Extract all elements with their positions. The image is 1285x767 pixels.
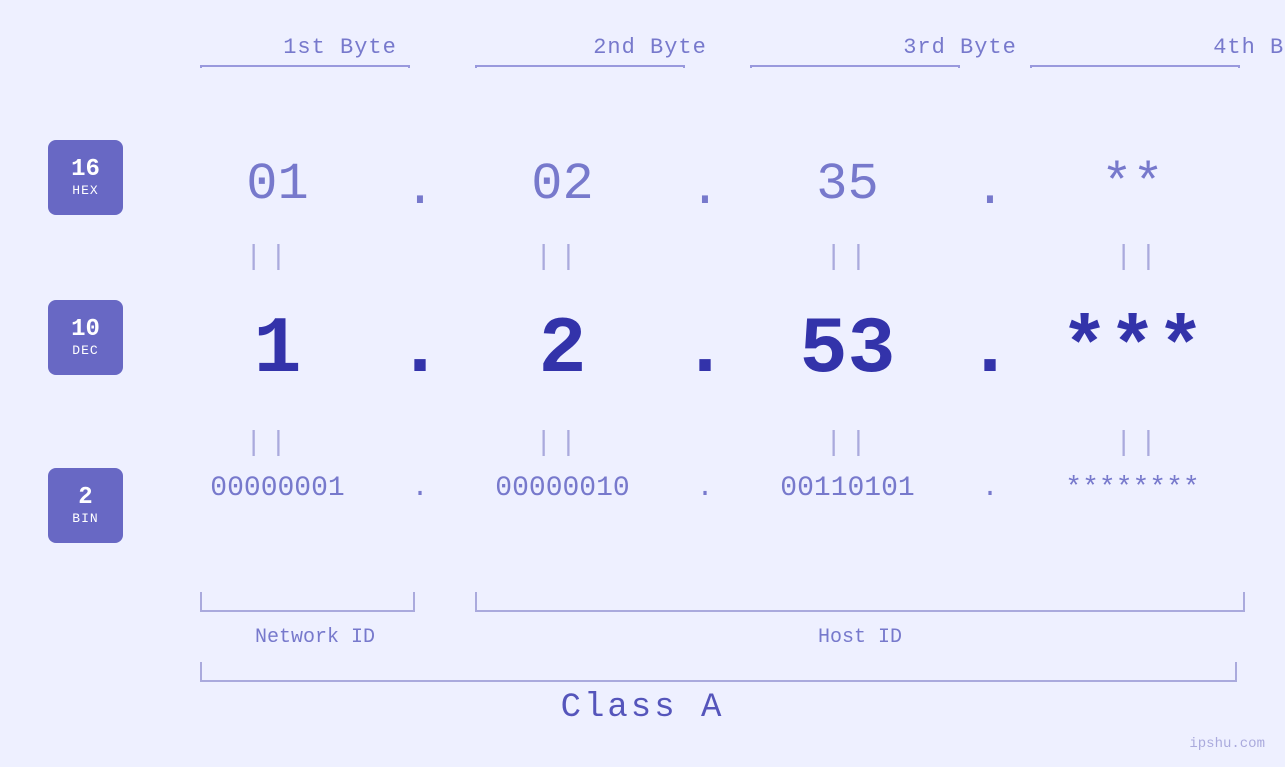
- eq6: ||: [455, 428, 665, 459]
- bin-dot3: .: [970, 473, 1010, 504]
- dec-dot1: .: [400, 305, 440, 396]
- eq7: ||: [745, 428, 955, 459]
- header-byte1: 1st Byte: [205, 35, 475, 60]
- hex-byte3: 35: [725, 155, 970, 214]
- badge-hex: 16 HEX: [48, 140, 123, 215]
- class-a-label: Class A: [561, 689, 725, 727]
- header-byte3: 3rd Byte: [825, 35, 1095, 60]
- bracket-byte2: [475, 65, 685, 68]
- hex-dot3: .: [970, 150, 1010, 219]
- dec-byte4: ***: [1010, 305, 1255, 396]
- eq4: ||: [1035, 242, 1245, 273]
- badge-dec: 10 DEC: [48, 300, 123, 375]
- eq1: ||: [165, 242, 375, 273]
- bin-byte4: ********: [1010, 473, 1255, 504]
- hex-byte1: 01: [155, 155, 400, 214]
- badge-hex-number: 16: [71, 157, 100, 183]
- hex-dot2: .: [685, 150, 725, 219]
- bin-dot2: .: [685, 473, 725, 504]
- equals-dec-bin: || || || ||: [155, 428, 1255, 459]
- header-byte2: 2nd Byte: [515, 35, 785, 60]
- bracket-class-a: [200, 662, 1237, 682]
- watermark: ipshu.com: [1189, 736, 1265, 752]
- dec-byte1: 1: [155, 305, 400, 396]
- bin-byte3: 00110101: [725, 473, 970, 504]
- bracket-network-id: [200, 592, 415, 612]
- host-id-label: Host ID: [780, 626, 940, 649]
- equals-hex-dec: || || || ||: [155, 242, 1255, 273]
- main-container: 1st Byte 2nd Byte 3rd Byte 4th Byte 16 H…: [0, 0, 1285, 767]
- badge-dec-label: DEC: [72, 343, 98, 358]
- badge-bin-label: BIN: [72, 511, 98, 526]
- hex-dot1: .: [400, 150, 440, 219]
- bracket-host-id: [475, 592, 1245, 612]
- dec-byte2: 2: [440, 305, 685, 396]
- bin-byte1: 00000001: [155, 473, 400, 504]
- hex-row: 01 . 02 . 35 . **: [155, 150, 1255, 219]
- dec-dot2: .: [685, 305, 725, 396]
- bracket-byte4: [1030, 65, 1240, 68]
- eq8: ||: [1035, 428, 1245, 459]
- network-id-label: Network ID: [235, 626, 395, 649]
- header-byte4: 4th Byte: [1135, 35, 1285, 60]
- dec-dot3: .: [970, 305, 1010, 396]
- dec-row: 1 . 2 . 53 . ***: [155, 305, 1255, 396]
- badge-hex-label: HEX: [72, 183, 98, 198]
- bracket-byte1: [200, 65, 410, 68]
- bin-dot1: .: [400, 473, 440, 504]
- eq2: ||: [455, 242, 665, 273]
- badge-bin-number: 2: [78, 485, 92, 511]
- byte-headers: 1st Byte 2nd Byte 3rd Byte 4th Byte: [185, 35, 1285, 60]
- hex-byte4: **: [1010, 155, 1255, 214]
- badge-dec-number: 10: [71, 317, 100, 343]
- bin-byte2: 00000010: [440, 473, 685, 504]
- badge-bin: 2 BIN: [48, 468, 123, 543]
- eq5: ||: [165, 428, 375, 459]
- eq3: ||: [745, 242, 955, 273]
- hex-byte2: 02: [440, 155, 685, 214]
- bin-row: 00000001 . 00000010 . 00110101 . *******…: [155, 473, 1255, 504]
- dec-byte3: 53: [725, 305, 970, 396]
- bracket-byte3: [750, 65, 960, 68]
